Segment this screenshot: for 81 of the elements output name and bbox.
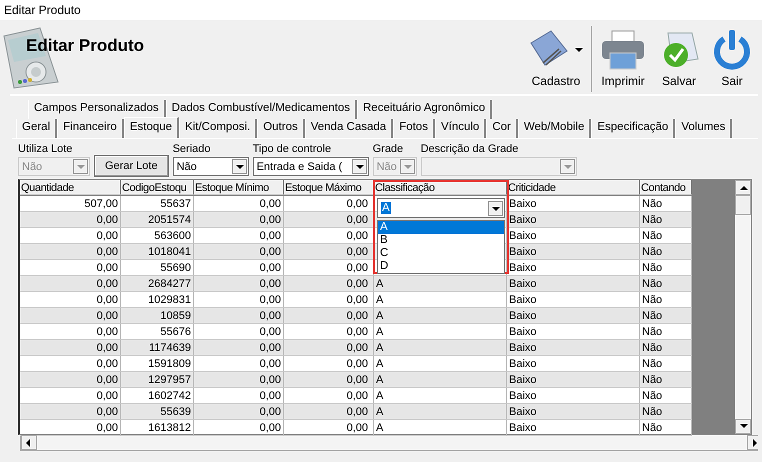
tab[interactable]: Volumes bbox=[675, 119, 732, 138]
page-title: Editar Produto bbox=[26, 35, 144, 56]
table-cell: A bbox=[374, 276, 507, 292]
field-label: Tipo de controle bbox=[252, 143, 332, 156]
tab[interactable]: Geral bbox=[16, 119, 58, 138]
tab[interactable]: Cor bbox=[486, 119, 518, 138]
tab[interactable]: Especificação bbox=[591, 119, 676, 138]
column-header[interactable]: Quantidade bbox=[20, 180, 121, 195]
table-cell: 0,00 bbox=[284, 212, 374, 228]
dropdown-option[interactable]: B bbox=[378, 234, 504, 247]
table-cell: 1174639 bbox=[121, 340, 194, 356]
table-cell: Baixo bbox=[507, 404, 640, 420]
tab[interactable]: Receituário Agronômico bbox=[357, 100, 492, 119]
table-cell: 0,00 bbox=[284, 244, 374, 260]
tab[interactable]: Venda Casada bbox=[304, 119, 394, 138]
table-cell: 0,00 bbox=[194, 308, 284, 324]
table-cell: 0,00 bbox=[284, 404, 374, 420]
table-cell: 2051574 bbox=[121, 212, 194, 228]
table-cell: 55639 bbox=[121, 404, 194, 420]
table-cell: 0,00 bbox=[194, 244, 284, 260]
table-cell: 10859 bbox=[121, 308, 194, 324]
table-cell: A bbox=[374, 340, 507, 356]
table-cell: 1018041 bbox=[121, 244, 194, 260]
table-cell: 0,00 bbox=[20, 340, 121, 356]
dropdown-option[interactable]: D bbox=[378, 260, 504, 273]
dropdown-field[interactable]: Não bbox=[172, 157, 249, 176]
field-label: Utiliza Lote bbox=[18, 143, 74, 156]
column-header[interactable]: Classificação bbox=[374, 180, 507, 195]
table-cell: 0,00 bbox=[20, 308, 121, 324]
table-cell: 0,00 bbox=[194, 212, 284, 228]
table-cell: 0,00 bbox=[284, 372, 374, 388]
dropdown-option[interactable]: A bbox=[378, 221, 504, 234]
dropdown-field[interactable]: Entrada e Saida ( bbox=[252, 157, 369, 176]
table-cell: 0,00 bbox=[284, 276, 374, 292]
dropdown-option[interactable]: C bbox=[378, 247, 504, 260]
column-header[interactable]: Estoque Máximo bbox=[284, 180, 374, 195]
window-title: Editar Produto bbox=[4, 3, 81, 17]
table-cell: Baixo bbox=[507, 340, 640, 356]
table-cell: 0,00 bbox=[20, 244, 121, 260]
tab[interactable]: Fotos bbox=[393, 119, 435, 138]
table-cell: Baixo bbox=[507, 372, 640, 388]
table-cell: 1297957 bbox=[121, 372, 194, 388]
table-cell: 0,00 bbox=[194, 340, 284, 356]
tab[interactable]: Vínculo bbox=[434, 119, 486, 138]
table-cell: Baixo bbox=[507, 308, 640, 324]
table-cell: Baixo bbox=[507, 244, 640, 260]
horizontal-scrollbar[interactable] bbox=[20, 435, 758, 451]
printer-icon bbox=[600, 29, 646, 71]
tab[interactable]: Kit/Composi. bbox=[179, 119, 258, 138]
table-cell: 0,00 bbox=[284, 340, 374, 356]
table-cell: 0,00 bbox=[284, 308, 374, 324]
tab[interactable]: Estoque bbox=[124, 117, 180, 138]
toolbar-button[interactable]: Salvar bbox=[652, 26, 706, 88]
table-cell: Baixo bbox=[507, 212, 640, 228]
table-cell: A bbox=[374, 404, 507, 420]
vertical-scrollbar[interactable] bbox=[735, 180, 751, 434]
toolbar-button[interactable]: Cadastro bbox=[523, 26, 589, 88]
toolbar-button[interactable]: Sair bbox=[706, 26, 758, 88]
table-cell: Baixo bbox=[507, 276, 640, 292]
toolbar-button[interactable]: Imprimir bbox=[594, 26, 652, 88]
table-cell: 2684277 bbox=[121, 276, 194, 292]
table-cell: 0,00 bbox=[194, 372, 284, 388]
tab[interactable]: Web/Mobile bbox=[518, 119, 592, 138]
field-label: Descrição da Grade bbox=[420, 143, 520, 156]
table-cell: A bbox=[374, 372, 507, 388]
table-cell: 0,00 bbox=[20, 372, 121, 388]
column-header[interactable]: Estoque Mínimo bbox=[194, 180, 284, 195]
generate-lot-button[interactable]: Gerar Lote bbox=[94, 155, 169, 177]
table-cell: 0,00 bbox=[20, 276, 121, 292]
table-cell: 0,00 bbox=[20, 212, 121, 228]
tab[interactable]: Outros bbox=[257, 119, 305, 138]
column-header[interactable]: Criticidade bbox=[507, 180, 640, 195]
table-cell: 0,00 bbox=[194, 276, 284, 292]
field-label: Grade bbox=[372, 143, 404, 156]
power-icon bbox=[712, 29, 752, 71]
field-label: Seriado bbox=[172, 143, 212, 156]
table-cell: 0,00 bbox=[20, 404, 121, 420]
table-cell: A bbox=[374, 308, 507, 324]
dropdown-field[interactable]: A bbox=[377, 198, 505, 218]
column-header[interactable]: CodigoEstoqu bbox=[121, 180, 194, 195]
table-cell: 0,00 bbox=[194, 404, 284, 420]
